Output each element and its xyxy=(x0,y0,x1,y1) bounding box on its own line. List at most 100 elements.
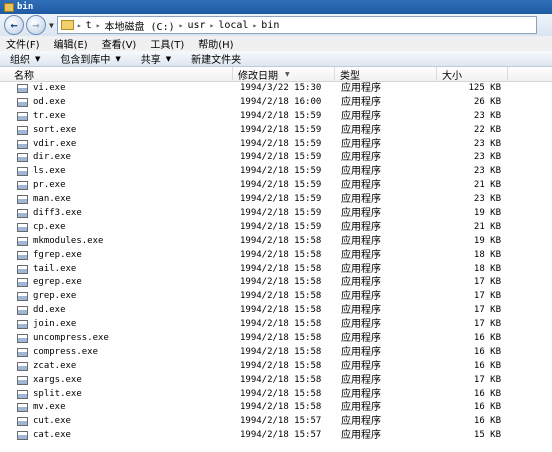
organize-label: 组织 xyxy=(10,55,30,66)
file-type: 应用程序 xyxy=(341,194,381,206)
executable-file-icon xyxy=(17,250,28,260)
breadcrumb-chevron-icon[interactable]: ▸ xyxy=(252,21,257,30)
breadcrumb-segment[interactable]: usr xyxy=(187,20,205,31)
file-size: 23 KB xyxy=(473,138,501,149)
file-type: 应用程序 xyxy=(341,346,381,358)
file-name: fgrep.exe xyxy=(33,249,82,260)
column-size-label: 大小 xyxy=(442,71,462,82)
file-row[interactable]: vi.exe 1994/3/22 15:30 应用程序 125 KB xyxy=(0,82,552,96)
address-bar[interactable]: ▸ t ▸ 本地磁盘 (C:) ▸ usr ▸ local ▸ bin xyxy=(56,16,537,34)
file-name: xargs.exe xyxy=(33,374,82,385)
breadcrumb-segment[interactable]: 本地磁盘 (C:) xyxy=(105,18,175,33)
chevron-down-icon: ▼ xyxy=(165,54,172,63)
file-date: 1994/2/18 15:58 xyxy=(240,277,322,288)
share-button[interactable]: 共享 ▼ xyxy=(141,51,172,67)
file-size: 16 KB xyxy=(473,346,501,357)
file-row[interactable]: ls.exe 1994/2/18 15:59 应用程序 23 KB xyxy=(0,165,552,179)
file-row[interactable]: mv.exe 1994/2/18 15:58 应用程序 16 KB xyxy=(0,401,552,415)
file-type: 应用程序 xyxy=(341,110,381,122)
file-date: 1994/2/18 15:59 xyxy=(240,110,322,121)
file-type: 应用程序 xyxy=(341,291,381,303)
file-name: pr.exe xyxy=(33,180,66,191)
new-folder-button[interactable]: 新建文件夹 xyxy=(191,51,241,66)
menu-file[interactable]: 文件(F) xyxy=(6,36,40,51)
file-size: 17 KB xyxy=(473,291,501,302)
new-folder-label: 新建文件夹 xyxy=(191,55,242,66)
file-row[interactable]: split.exe 1994/2/18 15:58 应用程序 16 KB xyxy=(0,388,552,402)
file-type: 应用程序 xyxy=(341,416,381,428)
breadcrumb-chevron-icon[interactable]: ▸ xyxy=(179,21,184,30)
file-size: 16 KB xyxy=(473,388,501,399)
menu-bar: 文件(F) 编辑(E) 查看(V) 工具(T) 帮助(H) xyxy=(0,36,552,51)
file-row[interactable]: mkmodules.exe 1994/2/18 15:58 应用程序 19 KB xyxy=(0,235,552,249)
breadcrumb-chevron-icon[interactable]: ▸ xyxy=(210,21,215,30)
file-row[interactable]: tr.exe 1994/2/18 15:59 应用程序 23 KB xyxy=(0,110,552,124)
file-row[interactable]: man.exe 1994/2/18 15:59 应用程序 23 KB xyxy=(0,193,552,207)
menu-view[interactable]: 查看(V) xyxy=(102,36,137,51)
file-row[interactable]: pr.exe 1994/2/18 15:59 应用程序 21 KB xyxy=(0,179,552,193)
file-type: 应用程序 xyxy=(341,305,381,317)
file-type: 应用程序 xyxy=(341,221,381,233)
file-type: 应用程序 xyxy=(341,138,381,150)
file-date: 1994/2/18 15:59 xyxy=(240,138,322,149)
file-date: 1994/2/18 15:58 xyxy=(240,374,322,385)
file-date: 1994/2/18 15:58 xyxy=(240,333,322,344)
file-row[interactable]: cut.exe 1994/2/18 15:57 应用程序 16 KB xyxy=(0,415,552,429)
executable-file-icon xyxy=(17,209,28,219)
column-header-date[interactable]: 修改日期 ▼ xyxy=(233,67,335,82)
forward-button[interactable]: → xyxy=(26,15,46,35)
file-row[interactable]: diff3.exe 1994/2/18 15:59 应用程序 19 KB xyxy=(0,207,552,221)
breadcrumb-chevron-icon[interactable]: ▸ xyxy=(77,21,82,30)
breadcrumb-chevron-icon[interactable]: ▸ xyxy=(96,21,101,30)
include-in-library-button[interactable]: 包含到库中 ▼ xyxy=(60,51,120,67)
file-name: zcat.exe xyxy=(33,360,77,371)
file-row[interactable]: dir.exe 1994/2/18 15:59 应用程序 23 KB xyxy=(0,151,552,165)
executable-file-icon xyxy=(17,125,28,135)
menu-help[interactable]: 帮助(H) xyxy=(198,36,233,51)
file-row[interactable]: cp.exe 1994/2/18 15:59 应用程序 21 KB xyxy=(0,221,552,235)
menu-edit[interactable]: 编辑(E) xyxy=(54,36,88,51)
file-row[interactable]: vdir.exe 1994/2/18 15:59 应用程序 23 KB xyxy=(0,138,552,152)
file-date: 1994/2/18 15:59 xyxy=(240,166,322,177)
organize-button[interactable]: 组织 ▼ xyxy=(10,51,40,67)
file-row[interactable]: cat.exe 1994/2/18 15:57 应用程序 15 KB xyxy=(0,429,552,443)
file-row[interactable]: dd.exe 1994/2/18 15:58 应用程序 17 KB xyxy=(0,304,552,318)
column-date-label: 修改日期 xyxy=(238,71,278,82)
column-header-type[interactable]: 类型 xyxy=(335,67,437,82)
file-name: split.exe xyxy=(33,388,82,399)
file-row[interactable]: tail.exe 1994/2/18 15:58 应用程序 18 KB xyxy=(0,263,552,277)
file-size: 16 KB xyxy=(473,416,501,427)
breadcrumb-segment[interactable]: t xyxy=(86,20,92,31)
back-button[interactable]: ← xyxy=(4,15,24,35)
file-row[interactable]: grep.exe 1994/2/18 15:58 应用程序 17 KB xyxy=(0,290,552,304)
file-date: 1994/2/18 15:59 xyxy=(240,194,322,205)
file-row[interactable]: fgrep.exe 1994/2/18 15:58 应用程序 18 KB xyxy=(0,249,552,263)
breadcrumb-segment[interactable]: bin xyxy=(261,20,279,31)
file-size: 17 KB xyxy=(473,319,501,330)
executable-file-icon xyxy=(17,417,28,427)
executable-file-icon xyxy=(17,320,28,330)
window-icon xyxy=(4,2,14,12)
file-row[interactable]: compress.exe 1994/2/18 15:58 应用程序 16 KB xyxy=(0,346,552,360)
breadcrumb-segment[interactable]: local xyxy=(218,20,248,31)
file-row[interactable]: zcat.exe 1994/2/18 15:58 应用程序 16 KB xyxy=(0,360,552,374)
file-size: 21 KB xyxy=(473,221,501,232)
file-name: od.exe xyxy=(33,96,66,107)
file-type: 应用程序 xyxy=(341,152,381,164)
executable-file-icon xyxy=(17,264,28,274)
menu-tools[interactable]: 工具(T) xyxy=(150,36,184,51)
file-row[interactable]: join.exe 1994/2/18 15:58 应用程序 17 KB xyxy=(0,318,552,332)
file-row[interactable]: od.exe 1994/2/18 16:00 应用程序 26 KB xyxy=(0,96,552,110)
file-row[interactable]: sort.exe 1994/2/18 15:59 应用程序 22 KB xyxy=(0,124,552,138)
history-dropdown-icon[interactable]: ▼ xyxy=(49,21,54,30)
file-name: mv.exe xyxy=(33,402,66,413)
column-header-size[interactable]: 大小 xyxy=(437,67,508,82)
file-size: 19 KB xyxy=(473,235,501,246)
file-row[interactable]: uncompress.exe 1994/2/18 15:58 应用程序 16 KB xyxy=(0,332,552,346)
column-header-name[interactable]: 名称 xyxy=(0,67,233,82)
file-list: vi.exe 1994/3/22 15:30 应用程序 125 KB od.exe 199… xyxy=(0,82,552,443)
file-row[interactable]: egrep.exe 1994/2/18 15:58 应用程序 17 KB xyxy=(0,276,552,290)
file-size: 26 KB xyxy=(473,96,501,107)
file-row[interactable]: xargs.exe 1994/2/18 15:58 应用程序 17 KB xyxy=(0,374,552,388)
file-name: grep.exe xyxy=(33,291,77,302)
